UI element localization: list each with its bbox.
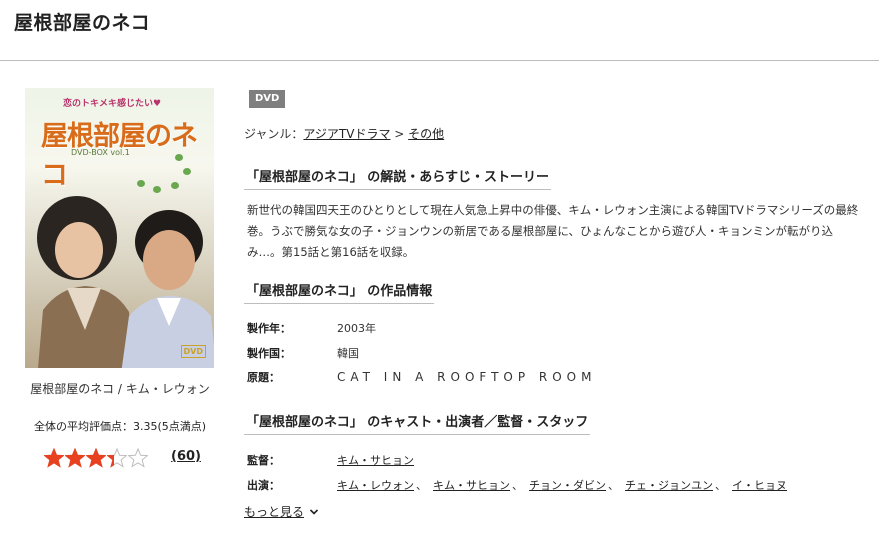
- info-value: 韓国: [337, 347, 359, 360]
- cover-subtitle: DVD-BOX vol.1: [71, 148, 130, 157]
- cast-staff-heading: 「屋根部屋のネコ」 のキャスト・出演者／監督・スタッフ: [244, 411, 591, 435]
- director-link[interactable]: キム・サヒョン: [337, 454, 414, 467]
- paw-print-icon: [183, 168, 191, 175]
- star-icon: [44, 448, 64, 468]
- info-key: 原題：: [247, 371, 280, 384]
- genre-link-asia-tv-drama[interactable]: アジアTVドラマ: [303, 127, 390, 141]
- rating-row: (60): [44, 448, 220, 470]
- cast-row: 出演： キム・レウォン、キム・サヒョン、チョン・ダビン、チェ・ジョンユン、イ・ヒョ…: [247, 477, 787, 493]
- info-value: 2003年: [337, 322, 376, 335]
- info-key: 出演：: [247, 479, 280, 492]
- paw-print-icon: [171, 182, 179, 189]
- cast-separator: 、: [416, 479, 427, 492]
- star-icon: [128, 448, 148, 468]
- cast-link[interactable]: キム・レウォン: [337, 479, 414, 492]
- genre-breadcrumb: ジャンル：アジアTVドラマ > その他: [244, 125, 444, 142]
- review-count-link[interactable]: (60): [171, 449, 201, 464]
- show-more-button[interactable]: もっと見る: [244, 503, 319, 520]
- work-info-heading: 「屋根部屋のネコ」 の作品情報: [244, 280, 435, 304]
- page-title: 屋根部屋のネコ: [14, 12, 151, 34]
- director-row: 監督： キム・サヒョン: [247, 452, 414, 468]
- paw-print-icon: [153, 186, 161, 193]
- original-title: CAT IN A ROOFTOP ROOM: [337, 370, 597, 384]
- genre-label: ジャンル：: [244, 127, 304, 141]
- info-key: 製作国：: [247, 347, 291, 360]
- cast-link[interactable]: チョン・ダビン: [529, 479, 606, 492]
- cover-caption: 屋根部屋のネコ / キム・レウォン: [30, 382, 210, 396]
- star-icon: [107, 448, 127, 468]
- cover-tagline: 恋のトキメキ感じたい♥: [63, 99, 162, 109]
- show-more-label: もっと見る: [244, 505, 305, 519]
- actor-illustration: [121, 210, 214, 368]
- paw-print-icon: [175, 154, 183, 161]
- synopsis-text: 新世代の韓国四天王のひとりとして現在人気急上昇中の俳優、キム・レウォン主演による…: [247, 203, 859, 259]
- info-row-year: 製作年： 2003年: [247, 320, 376, 336]
- cast-separator: 、: [512, 479, 523, 492]
- cast-link[interactable]: キム・サヒョン: [433, 479, 510, 492]
- rating-stars: [44, 448, 149, 468]
- format-badge: DVD: [249, 90, 286, 108]
- cast-separator: 、: [715, 479, 726, 492]
- cast-link[interactable]: チェ・ジョンユン: [625, 479, 713, 492]
- star-icon: [65, 448, 85, 468]
- genre-separator: >: [390, 127, 409, 141]
- cast-link[interactable]: イ・ヒョヌ: [732, 479, 787, 492]
- info-row-original-title: 原題： CAT IN A ROOFTOP ROOM: [247, 369, 596, 385]
- chevron-down-icon: [309, 508, 319, 515]
- cast-separator: 、: [608, 479, 619, 492]
- genre-link-other[interactable]: その他: [408, 127, 444, 141]
- info-row-country: 製作国： 韓国: [247, 345, 359, 361]
- info-key: 製作年：: [247, 322, 291, 335]
- star-icon: [86, 448, 106, 468]
- page-header: 屋根部屋のネコ: [0, 0, 879, 61]
- dvd-logo: DVD: [180, 345, 206, 358]
- synopsis-heading: 「屋根部屋のネコ」 の解説・あらすじ・ストーリー: [244, 166, 552, 190]
- average-rating-label: 全体の平均評価点：3.35(5点満点): [33, 420, 207, 433]
- cover-image[interactable]: 恋のトキメキ感じたい♥ 屋根部屋のネコ DVD-BOX vol.1 DVD: [25, 88, 214, 368]
- info-key: 監督：: [247, 454, 280, 467]
